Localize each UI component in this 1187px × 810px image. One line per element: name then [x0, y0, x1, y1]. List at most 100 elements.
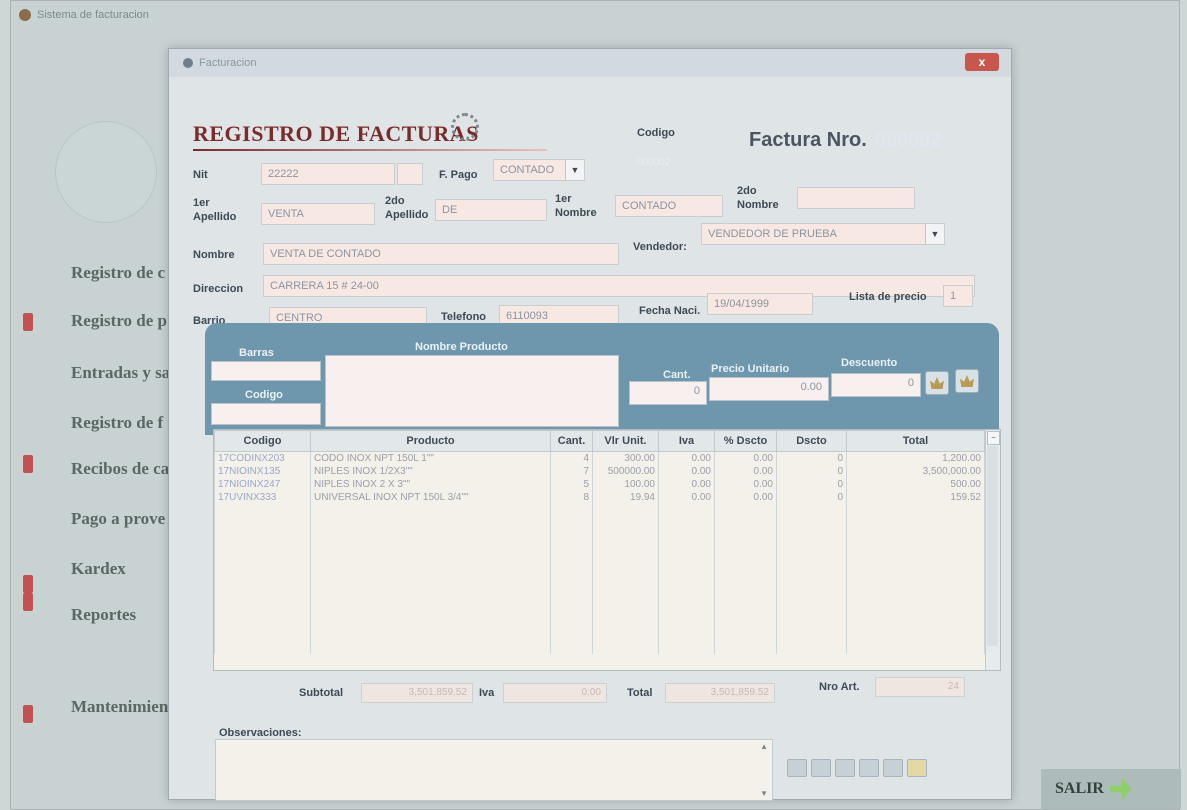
- cell-iva: 0.00: [658, 465, 715, 478]
- cell-producto: NIPLES INOX 1/2X3"": [310, 465, 551, 478]
- salir-button[interactable]: SALIR: [1041, 769, 1181, 809]
- dialog-title: Facturacion: [199, 57, 257, 69]
- scroll-up-icon[interactable]: −: [987, 431, 1000, 445]
- codigo-label: Codigo: [637, 127, 675, 139]
- fpago-label: F. Pago: [439, 169, 478, 181]
- col-pct-dscto[interactable]: % Dscto: [714, 430, 777, 452]
- fpago-select[interactable]: CONTADO ▼: [493, 159, 585, 181]
- cell-vlr-unit: 300.00: [592, 451, 659, 465]
- nit-field[interactable]: 22222: [261, 163, 395, 185]
- menu-marker-icon: [23, 455, 33, 473]
- delete-icon[interactable]: [883, 759, 903, 777]
- vendedor-label: Vendedor:: [633, 241, 687, 253]
- cell-iva: 0.00: [658, 491, 715, 504]
- scroll-down-icon[interactable]: ▼: [760, 789, 768, 798]
- nit-dv-field[interactable]: [397, 163, 423, 185]
- cant-field[interactable]: 0: [629, 381, 707, 405]
- col-producto[interactable]: Producto: [310, 430, 551, 452]
- nom2-label-2: Nombre: [737, 199, 779, 211]
- col-cant[interactable]: Cant.: [550, 430, 593, 452]
- fpago-value: CONTADO: [500, 164, 555, 176]
- table-row[interactable]: 17NIOINX247 NIPLES INOX 2 X 3"" 5 100.00…: [214, 478, 985, 491]
- factura-number: 000002: [874, 129, 942, 151]
- descuento-label: Descuento: [841, 357, 898, 369]
- menu-entradas-salidas[interactable]: Entradas y sa: [71, 363, 170, 383]
- iva-label: Iva: [479, 687, 495, 699]
- nombre-producto-field[interactable]: [325, 355, 619, 427]
- print-icon[interactable]: [907, 759, 927, 777]
- exit-arrow-icon: [1109, 778, 1132, 800]
- subtotal-field: 3,501,859.52: [361, 683, 473, 703]
- menu-pago-proveedores[interactable]: Pago a prove: [71, 509, 165, 529]
- scroll-up-icon[interactable]: ▲: [760, 742, 768, 751]
- crown-icon: [960, 375, 974, 387]
- scroll-thumb[interactable]: [987, 446, 998, 646]
- col-iva[interactable]: Iva: [658, 430, 715, 452]
- lista-precio-field[interactable]: 1: [943, 285, 973, 307]
- search-product-button[interactable]: [955, 369, 979, 393]
- product-entry-panel: Barras Codigo Nombre Producto Cant. 0 Pr…: [205, 323, 999, 435]
- menu-kardex[interactable]: Kardex: [71, 559, 126, 579]
- menu-registro-facturas[interactable]: Registro de f: [71, 413, 163, 433]
- menu-registro-productos[interactable]: Registro de p: [71, 311, 167, 331]
- menu-recibos-caja[interactable]: Recibos de ca: [71, 459, 169, 479]
- menu-marker-icon: [23, 575, 33, 593]
- cell-pct-dscto: 0.00: [714, 465, 777, 478]
- nit-label: Nit: [193, 169, 208, 181]
- barras-field[interactable]: [211, 361, 321, 381]
- factura-number-label: Factura Nro. 000002: [749, 129, 942, 152]
- cell-codigo: 17NIOINX247: [214, 478, 311, 491]
- app-icon: [19, 9, 31, 21]
- lista-precio-label: Lista de precio: [849, 291, 927, 303]
- cell-total: 159.52: [846, 491, 985, 504]
- edit-icon[interactable]: [835, 759, 855, 777]
- nombre-field[interactable]: VENTA DE CONTADO: [263, 243, 619, 265]
- cell-codigo: 17NIOINX135: [214, 465, 311, 478]
- add-product-button[interactable]: [925, 371, 949, 395]
- menu-marker-icon: [23, 593, 33, 611]
- vendedor-select[interactable]: VENDEDOR DE PRUEBA ▼: [701, 223, 945, 245]
- primer-apellido-field[interactable]: VENTA: [261, 203, 375, 225]
- save-icon[interactable]: [811, 759, 831, 777]
- codigo-entry-field[interactable]: [211, 403, 321, 425]
- cell-cant: 8: [550, 491, 593, 504]
- ape1-label-2: Apellido: [193, 211, 237, 223]
- table-row[interactable]: 17CODINX203 CODO INOX NPT 150L 1"" 4 300…: [214, 451, 985, 465]
- cell-producto: CODO INOX NPT 150L 1"": [310, 451, 551, 465]
- descuento-field[interactable]: 0: [831, 373, 921, 397]
- cell-total: 3,500,000.00: [846, 465, 985, 478]
- new-icon[interactable]: [787, 759, 807, 777]
- nom2-label-1: 2do: [737, 185, 757, 197]
- cell-cant: 4: [550, 451, 593, 465]
- observaciones-field[interactable]: ▲ ▼: [215, 739, 773, 801]
- total-label: Total: [627, 687, 653, 699]
- segundo-apellido-field[interactable]: DE: [435, 199, 547, 221]
- close-button[interactable]: x: [965, 53, 999, 71]
- table-scrollbar[interactable]: −: [985, 430, 1000, 670]
- fecha-field[interactable]: 19/04/1999: [707, 293, 813, 315]
- primer-nombre-field[interactable]: CONTADO: [615, 195, 723, 217]
- col-dscto[interactable]: Dscto: [776, 430, 847, 452]
- factura-label: Factura Nro.: [749, 129, 867, 151]
- nro-art-label: Nro Art.: [819, 681, 860, 693]
- codigo-entry-label: Codigo: [245, 389, 283, 401]
- crown-icon: [930, 377, 944, 389]
- table-row[interactable]: 17UVINX333 UNIVERSAL INOX NPT 150L 3/4""…: [214, 491, 985, 504]
- precio-unitario-field[interactable]: 0.00: [709, 377, 829, 401]
- table-empty-area: [214, 504, 985, 654]
- col-total[interactable]: Total: [846, 430, 985, 452]
- menu-reportes[interactable]: Reportes: [71, 605, 136, 625]
- codigo-value: 000002: [637, 157, 671, 168]
- nom1-label-1: 1er: [555, 193, 572, 205]
- col-vlr-unit[interactable]: Vlr Unit.: [592, 430, 659, 452]
- menu-registro-clientes[interactable]: Registro de c: [71, 263, 165, 283]
- menu-mantenimiento[interactable]: Mantenimien: [71, 697, 168, 717]
- col-codigo[interactable]: Codigo: [214, 430, 311, 452]
- barras-label: Barras: [239, 347, 274, 359]
- nombre-producto-label: Nombre Producto: [415, 341, 508, 353]
- chevron-down-icon: ▼: [565, 160, 584, 180]
- segundo-nombre-field[interactable]: [797, 187, 915, 209]
- subtotal-label: Subtotal: [299, 687, 343, 699]
- table-row[interactable]: 17NIOINX135 NIPLES INOX 1/2X3"" 7 500000…: [214, 465, 985, 478]
- image-icon[interactable]: [859, 759, 879, 777]
